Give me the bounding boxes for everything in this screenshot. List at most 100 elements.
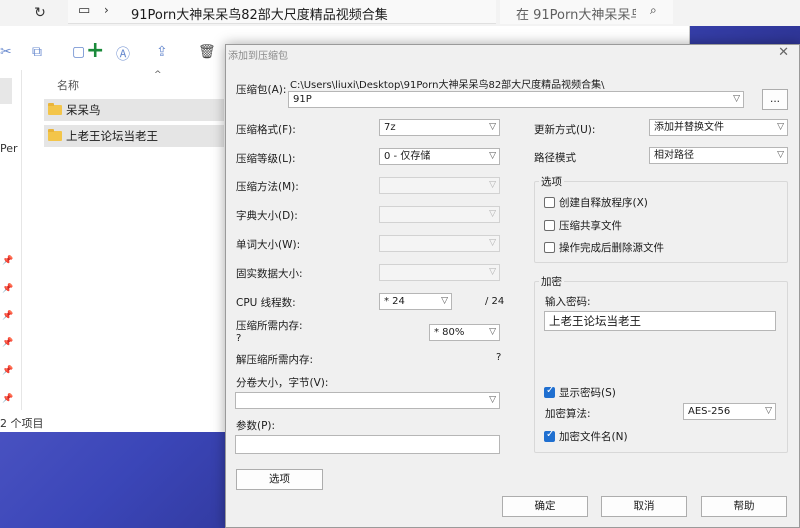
compress-memory-value: * 80% <box>434 327 465 338</box>
checkbox-icon <box>544 220 555 231</box>
search-icon[interactable]: ⌕ <box>650 3 657 18</box>
encryption-group-title: 加密 <box>539 274 564 289</box>
cancel-button[interactable]: 取消 <box>601 496 687 517</box>
cpu-threads-select[interactable]: * 24 ▽ <box>379 293 452 310</box>
compress-shared-checkbox[interactable]: 压缩共享文件 <box>544 218 622 233</box>
word-size-select[interactable]: ▽ <box>379 235 500 252</box>
add-to-archive-dialog: 添加到压缩包 ✕ 压缩包(A): C:\Users\liuxi\Desktop\… <box>225 44 800 528</box>
parameters-label: 参数(P): <box>236 420 276 432</box>
show-password-label: 显示密码(S) <box>559 387 616 399</box>
level-label: 压缩等级(L): <box>236 153 296 165</box>
chevron-right-icon[interactable]: › <box>376 3 381 17</box>
chevron-down-icon: ▽ <box>489 267 496 277</box>
ok-button[interactable]: 确定 <box>502 496 588 517</box>
cpu-threads-label: CPU 线程数: <box>236 297 296 309</box>
pin-icon: 📌 <box>2 338 14 348</box>
checkbox-icon <box>544 197 555 208</box>
paste-icon[interactable]: ▢ <box>72 44 85 60</box>
show-password-checkbox[interactable]: 显示密码(S) <box>544 385 616 400</box>
delete-after-label: 操作完成后删除源文件 <box>559 242 664 254</box>
decompress-memory-label: 解压缩所需内存: <box>236 354 314 366</box>
level-value: 0 - 仅存储 <box>384 151 431 162</box>
nav-selected-item[interactable] <box>0 78 12 104</box>
delete-after-checkbox[interactable]: 操作完成后删除源文件 <box>544 240 664 255</box>
chevron-down-icon: ▽ <box>765 406 772 416</box>
address-path[interactable]: 91Porn大神呆呆鸟82部大尺度精品视频合集 <box>131 4 388 23</box>
file-name: 呆呆鸟 <box>66 103 101 117</box>
pin-icon: 📌 <box>2 366 14 376</box>
format-select[interactable]: 7z ▽ <box>379 119 500 136</box>
decompress-memory-question: ? <box>496 352 502 363</box>
format-label: 压缩格式(F): <box>236 124 296 136</box>
list-item[interactable]: 上老王论坛当老王 <box>44 125 224 147</box>
pin-icon: 📌 <box>2 311 14 321</box>
method-label: 压缩方法(M): <box>236 181 299 193</box>
browse-button[interactable]: ... <box>762 89 788 110</box>
archive-name-value: 91P <box>293 94 312 105</box>
dictionary-label: 字典大小(D): <box>236 210 298 222</box>
dictionary-select[interactable]: ▽ <box>379 206 500 223</box>
chevron-right-icon[interactable]: › <box>104 3 109 17</box>
computer-icon[interactable]: ▭ <box>78 3 90 18</box>
close-icon[interactable]: ✕ <box>778 45 789 60</box>
search-input[interactable]: 在 91Porn大神呆呆鸟82部 <box>516 4 636 23</box>
delete-icon[interactable]: 🗑 <box>198 44 216 60</box>
level-select[interactable]: 0 - 仅存储 ▽ <box>379 148 500 165</box>
copy-icon[interactable]: ⧉ <box>32 44 42 60</box>
encryption-method-value: AES-256 <box>688 406 731 417</box>
create-sfx-checkbox[interactable]: 创建自释放程序(X) <box>544 195 648 210</box>
dialog-title: 添加到压缩包 <box>228 51 288 62</box>
chevron-down-icon: ▽ <box>489 327 496 337</box>
options-group-title: 选项 <box>539 174 564 189</box>
parameters-input[interactable] <box>235 435 500 454</box>
path-mode-value: 相对路径 <box>654 150 694 161</box>
chevron-down-icon: ▽ <box>489 180 496 190</box>
pin-icon: 📌 <box>2 284 14 294</box>
chevron-down-icon: ▽ <box>733 94 740 104</box>
update-mode-label: 更新方式(U): <box>534 124 596 136</box>
compress-memory-select[interactable]: * 80% ▽ <box>429 324 500 341</box>
chevron-down-icon: ▽ <box>489 122 496 132</box>
archive-label: 压缩包(A): <box>236 84 287 96</box>
pin-icon: 📌 <box>2 394 14 404</box>
share-icon[interactable]: ⇪ <box>156 44 168 60</box>
chevron-down-icon: ▽ <box>441 296 448 306</box>
options-button[interactable]: 选项 <box>236 469 323 490</box>
split-size-select[interactable]: ▽ <box>235 392 500 409</box>
format-value: 7z <box>384 122 396 133</box>
list-item[interactable]: 呆呆鸟 <box>44 99 224 121</box>
sort-ascending-icon[interactable]: ^ <box>154 70 162 80</box>
pin-icon: 📌 <box>2 256 14 266</box>
compress-memory-question: ? <box>236 333 242 344</box>
nav-item-fragment[interactable]: Per <box>0 142 18 155</box>
solid-block-select[interactable]: ▽ <box>379 264 500 281</box>
password-input[interactable]: 上老王论坛当老王 <box>544 311 776 331</box>
rename-icon[interactable]: Ⓐ <box>116 44 130 64</box>
help-button[interactable]: 帮助 <box>701 496 787 517</box>
refresh-icon[interactable]: ↻ <box>30 3 50 23</box>
split-size-label: 分卷大小，字节(V): <box>236 377 329 389</box>
new-item-icon[interactable]: + <box>86 38 104 63</box>
chevron-down-icon: ▽ <box>777 150 784 160</box>
cpu-threads-value: * 24 <box>384 296 405 307</box>
word-size-label: 单词大小(W): <box>236 239 301 251</box>
solid-block-label: 固实数据大小: <box>236 268 303 280</box>
navigation-pane <box>0 70 22 410</box>
checkbox-icon <box>544 429 555 442</box>
path-mode-select[interactable]: 相对路径 ▽ <box>649 147 788 164</box>
method-select[interactable]: ▽ <box>379 177 500 194</box>
path-mode-label: 路径模式 <box>534 152 576 164</box>
encryption-method-select[interactable]: AES-256 ▽ <box>683 403 776 420</box>
checkbox-icon <box>544 242 555 253</box>
encrypt-names-checkbox[interactable]: 加密文件名(N) <box>544 429 628 444</box>
chevron-down-icon: ▽ <box>489 238 496 248</box>
update-mode-select[interactable]: 添加并替换文件 ▽ <box>649 119 788 136</box>
password-label: 输入密码: <box>545 296 591 308</box>
archive-path: C:\Users\liuxi\Desktop\91Porn大神呆呆鸟82部大尺度… <box>290 80 605 91</box>
column-header-name[interactable]: 名称 <box>57 77 79 93</box>
archive-name-combo[interactable]: 91P ▽ <box>288 91 744 108</box>
cut-icon[interactable]: ✂ <box>0 44 12 60</box>
chevron-down-icon: ▽ <box>489 395 496 405</box>
chevron-down-icon: ▽ <box>777 122 784 132</box>
status-item-count: 2 个项目 <box>0 417 44 430</box>
